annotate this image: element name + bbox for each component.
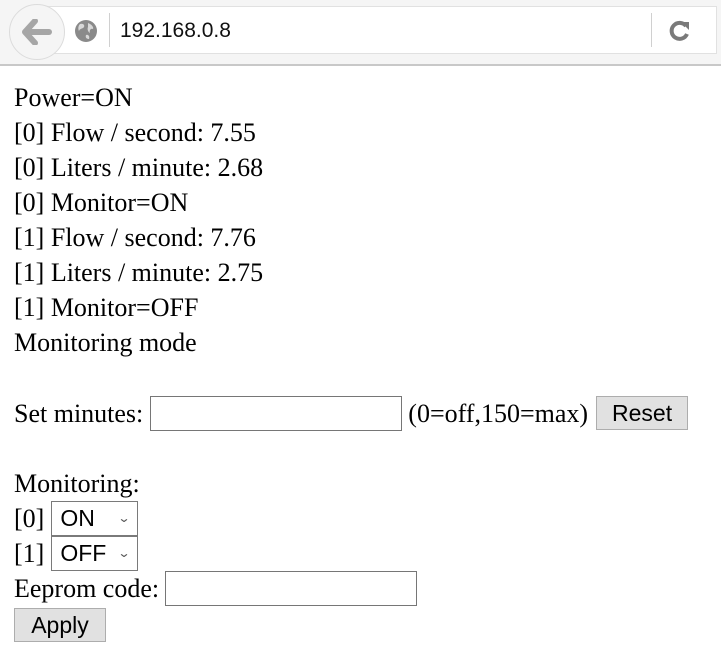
back-arrow-icon bbox=[22, 19, 52, 45]
monitor-0-status: [0] Monitor=ON bbox=[14, 188, 189, 217]
eeprom-code-input[interactable] bbox=[165, 571, 418, 606]
timer-row: Set minutes: (0=off,150=max) Reset bbox=[14, 395, 714, 431]
mode-status: Monitoring mode bbox=[14, 328, 197, 357]
monitor-1-status: [1] Monitor=OFF bbox=[14, 293, 199, 322]
liters-0-per-minute: [0] Liters / minute: 2.68 bbox=[14, 153, 264, 182]
eeprom-row: Eeprom code: bbox=[14, 571, 714, 606]
globe-icon bbox=[75, 20, 97, 42]
minutes-hint: (0=off,150=max) bbox=[408, 398, 589, 428]
apply-row: Apply bbox=[14, 606, 714, 644]
back-button[interactable] bbox=[9, 4, 65, 60]
page-content: Power=ON [0] Flow / second: 7.55 [0] Lit… bbox=[14, 80, 714, 644]
chevron-down-icon: ⌄ bbox=[117, 511, 131, 525]
reload-icon[interactable] bbox=[667, 18, 693, 44]
monitoring-heading: Monitoring: bbox=[14, 469, 140, 498]
liters-1-per-minute: [1] Liters / minute: 2.75 bbox=[14, 258, 264, 287]
channel-0-label: [0] bbox=[14, 504, 45, 533]
power-status: Power=ON bbox=[14, 83, 133, 112]
channel-1-label: [1] bbox=[14, 539, 45, 568]
monitoring-row-1: [1] OFF ⌄ bbox=[14, 536, 714, 571]
set-minutes-label: Set minutes: bbox=[14, 398, 144, 428]
url-separator bbox=[109, 13, 110, 47]
reload-separator bbox=[651, 13, 652, 47]
apply-button[interactable]: Apply bbox=[14, 608, 106, 642]
reset-button[interactable]: Reset bbox=[596, 396, 689, 430]
flow-1-per-second: [1] Flow / second: 7.76 bbox=[14, 223, 256, 252]
eeprom-label: Eeprom code: bbox=[14, 574, 160, 603]
monitoring-0-selected: ON bbox=[60, 505, 95, 531]
url-text[interactable]: 192.168.0.8 bbox=[120, 17, 231, 45]
monitoring-row-0: [0] ON ⌄ bbox=[14, 501, 714, 536]
set-minutes-input[interactable] bbox=[150, 395, 403, 431]
monitoring-1-selected: OFF bbox=[60, 540, 107, 566]
flow-0-per-second: [0] Flow / second: 7.55 bbox=[14, 118, 256, 147]
monitoring-1-select[interactable]: OFF ⌄ bbox=[51, 536, 139, 571]
chevron-down-icon: ⌄ bbox=[117, 546, 131, 560]
browser-toolbar: 192.168.0.8 bbox=[0, 0, 721, 66]
monitoring-0-select[interactable]: ON ⌄ bbox=[51, 501, 139, 536]
